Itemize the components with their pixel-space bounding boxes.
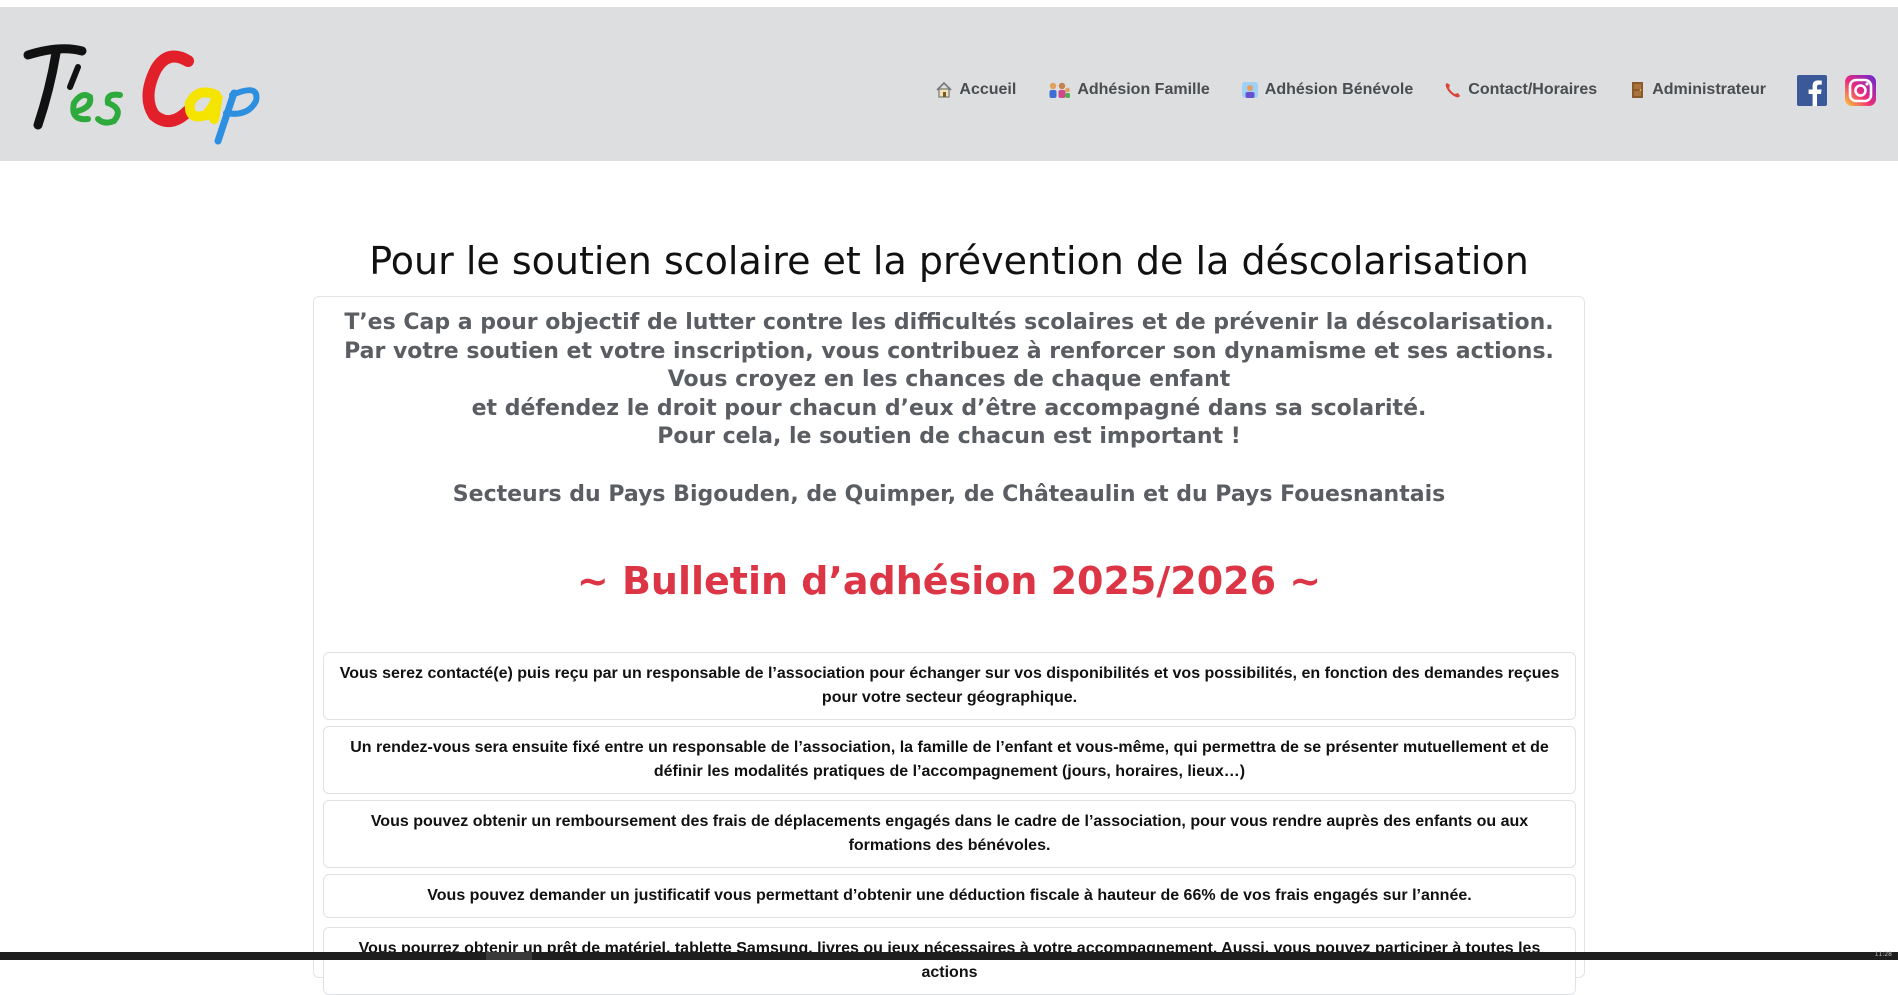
- nav-item-contact-horaires[interactable]: Contact/Horaires: [1444, 81, 1597, 99]
- info-item: Vous serez contacté(e) puis reçu par un …: [323, 652, 1576, 720]
- nav-item-administrateur[interactable]: Administrateur: [1628, 81, 1766, 99]
- taskbar-clock: 11:28: [1874, 951, 1892, 958]
- nav-label-adhesion-benevole: Adhésion Bénévole: [1264, 81, 1414, 98]
- info-item: Vous pourrez obtenir un prêt de matériel…: [323, 927, 1576, 995]
- intro-line: Par votre soutien et votre inscription, …: [344, 338, 1554, 364]
- house-icon: [935, 81, 953, 99]
- facebook-icon[interactable]: [1797, 74, 1827, 106]
- sectors-text: Secteurs du Pays Bigouden, de Quimper, d…: [452, 481, 1446, 507]
- nav-label-adhesion-famille: Adhésion Famille: [1077, 81, 1210, 98]
- intro-line: Pour cela, le soutien de chacun est impo…: [657, 424, 1241, 450]
- door-icon: [1628, 81, 1646, 99]
- page-title: Pour le soutien scolaire et la préventio…: [369, 239, 1529, 284]
- intro-line: T’es Cap a pour objectif de lutter contr…: [344, 310, 1554, 335]
- nav-item-accueil[interactable]: Accueil: [935, 81, 1016, 99]
- bulletin-title: ~ Bulletin d’adhésion 2025/2026 ~: [576, 559, 1322, 603]
- main-nav: Accueil Adhésion Famille Adhésion Bénévo…: [935, 69, 1876, 111]
- nav-label-contact-horaires: Contact/Horaires: [1468, 81, 1598, 98]
- instagram-icon[interactable]: [1845, 74, 1876, 106]
- intro-line: et défendez le droit pour chacun d’eux d…: [471, 395, 1427, 421]
- info-item: Vous pouvez obtenir un remboursement des…: [323, 800, 1576, 868]
- nav-item-adhesion-famille[interactable]: Adhésion Famille: [1047, 81, 1210, 99]
- taskbar: 11:28: [0, 951, 1898, 960]
- intro-text: T’es Cap a pour objectif de lutter contr…: [314, 309, 1584, 510]
- nav-label-accueil: Accueil: [959, 81, 1017, 98]
- info-item: Un rendez-vous sera ensuite fixé entre u…: [323, 726, 1576, 794]
- info-item: Vous pouvez demander un justificatif vou…: [323, 874, 1576, 918]
- social-links: [1797, 74, 1876, 106]
- content-card: T’es Cap a pour objectif de lutter contr…: [313, 296, 1585, 995]
- top-strip: [0, 0, 1898, 7]
- intro-line: Vous croyez en les chances de chaque enf…: [667, 367, 1231, 393]
- volunteer-icon: [1241, 81, 1259, 99]
- taskbar-button[interactable]: [486, 952, 532, 960]
- phone-icon: [1444, 81, 1462, 99]
- nav-label-administrateur: Administrateur: [1652, 81, 1766, 98]
- family-icon: [1047, 81, 1071, 99]
- logo[interactable]: [20, 37, 270, 147]
- nav-item-adhesion-benevole[interactable]: Adhésion Bénévole: [1241, 81, 1413, 99]
- navbar: Accueil Adhésion Famille Adhésion Bénévo…: [0, 7, 1898, 161]
